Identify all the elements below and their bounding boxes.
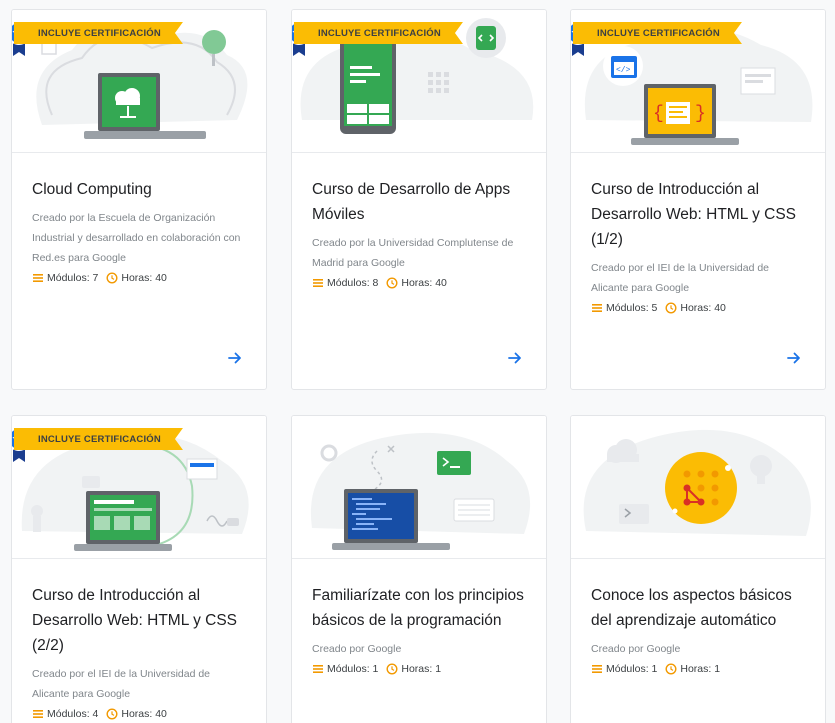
clock-icon (106, 708, 118, 720)
course-card[interactable]: Familiarízate con los principios básicos… (291, 415, 547, 723)
course-card[interactable]: INCLUYE CERTIFICACIÓN Curso de Desarroll… (291, 9, 547, 390)
clock-icon (665, 663, 677, 675)
hours-count: Horas: 40 (680, 302, 726, 314)
modules-icon (33, 274, 43, 282)
modules-count: Módulos: 4 (47, 708, 99, 720)
course-creator: Creado por Google (591, 643, 681, 655)
modules-icon (592, 304, 602, 312)
course-illustration: INCLUYE CERTIFICACIÓN (12, 10, 266, 153)
course-creator: Creado por la Universidad Complutense de… (312, 237, 514, 269)
course-creator: Creado por el IEI de la Universidad de A… (591, 262, 770, 294)
modules-icon (313, 665, 323, 673)
certification-badge: INCLUYE CERTIFICACIÓN (292, 18, 463, 57)
laptop-terminal-icon (310, 432, 531, 550)
modules-count: Módulos: 8 (327, 277, 379, 289)
course-meta: Módulos: 1 Horas: 1 (312, 663, 526, 675)
hours-count: Horas: 1 (401, 663, 442, 675)
modules-count: Módulos: 5 (606, 302, 658, 314)
arrow-forward-icon[interactable] (506, 349, 524, 367)
badge-label: INCLUYE CERTIFICACIÓN (573, 22, 742, 44)
machine-learning-icon (583, 429, 811, 536)
hours-count: Horas: 40 (401, 277, 447, 289)
course-meta: Módulos: 7 Horas: 40 (32, 272, 246, 284)
course-title[interactable]: Conoce los aspectos básicos del aprendiz… (591, 583, 805, 633)
modules-icon (33, 710, 43, 718)
badge-label: INCLUYE CERTIFICACIÓN (294, 22, 463, 44)
certification-badge: INCLUYE CERTIFICACIÓN (571, 18, 742, 57)
clock-icon (665, 302, 677, 314)
arrow-forward-icon[interactable] (785, 349, 803, 367)
course-card[interactable]: </> { } INCLUYE CERTIFICACIÓN Curso de I… (570, 9, 826, 390)
modules-icon (592, 665, 602, 673)
course-illustration (292, 416, 546, 559)
badge-label: INCLUYE CERTIFICACIÓN (14, 22, 183, 44)
course-meta: Módulos: 4 Horas: 40 (32, 708, 246, 720)
svg-text:{: { (653, 104, 664, 124)
course-creator: Creado por Google (312, 643, 402, 655)
hours-count: Horas: 1 (680, 663, 721, 675)
course-meta: Módulos: 8 Horas: 40 (312, 277, 526, 289)
course-title[interactable]: Curso de Introducción al Desarrollo Web:… (591, 177, 805, 252)
course-card[interactable]: INCLUYE CERTIFICACIÓN Cloud Computing Cr… (11, 9, 267, 390)
clock-icon (386, 277, 398, 289)
certification-badge: INCLUYE CERTIFICACIÓN (12, 424, 183, 463)
course-meta: Módulos: 5 Horas: 40 (591, 302, 805, 314)
course-meta: Módulos: 1 Horas: 1 (591, 663, 805, 675)
hours-count: Horas: 40 (121, 272, 167, 284)
course-illustration (571, 416, 825, 559)
arrow-forward-icon[interactable] (226, 349, 244, 367)
course-illustration: </> { } INCLUYE CERTIFICACIÓN (571, 10, 825, 153)
course-card[interactable]: Conoce los aspectos básicos del aprendiz… (570, 415, 826, 723)
modules-count: Módulos: 7 (47, 272, 99, 284)
course-card[interactable]: INCLUYE CERTIFICACIÓN Curso de Introducc… (11, 415, 267, 723)
svg-text:}: } (695, 104, 706, 124)
clock-icon (106, 272, 118, 284)
clock-icon (386, 663, 398, 675)
svg-text:</>: </> (616, 66, 631, 75)
course-title[interactable]: Cloud Computing (32, 177, 246, 202)
course-creator: Creado por la Escuela de Organización In… (32, 212, 241, 264)
modules-count: Módulos: 1 (327, 663, 379, 675)
hours-count: Horas: 40 (121, 708, 167, 720)
modules-icon (313, 279, 323, 287)
course-illustration: INCLUYE CERTIFICACIÓN (12, 416, 266, 559)
modules-count: Módulos: 1 (606, 663, 658, 675)
certification-badge: INCLUYE CERTIFICACIÓN (12, 18, 183, 57)
course-illustration: INCLUYE CERTIFICACIÓN (292, 10, 546, 153)
badge-label: INCLUYE CERTIFICACIÓN (14, 428, 183, 450)
course-title[interactable]: Curso de Introducción al Desarrollo Web:… (32, 583, 246, 658)
course-creator: Creado por el IEI de la Universidad de A… (32, 668, 211, 700)
course-title[interactable]: Familiarízate con los principios básicos… (312, 583, 526, 633)
course-title[interactable]: Curso de Desarrollo de Apps Móviles (312, 177, 526, 227)
